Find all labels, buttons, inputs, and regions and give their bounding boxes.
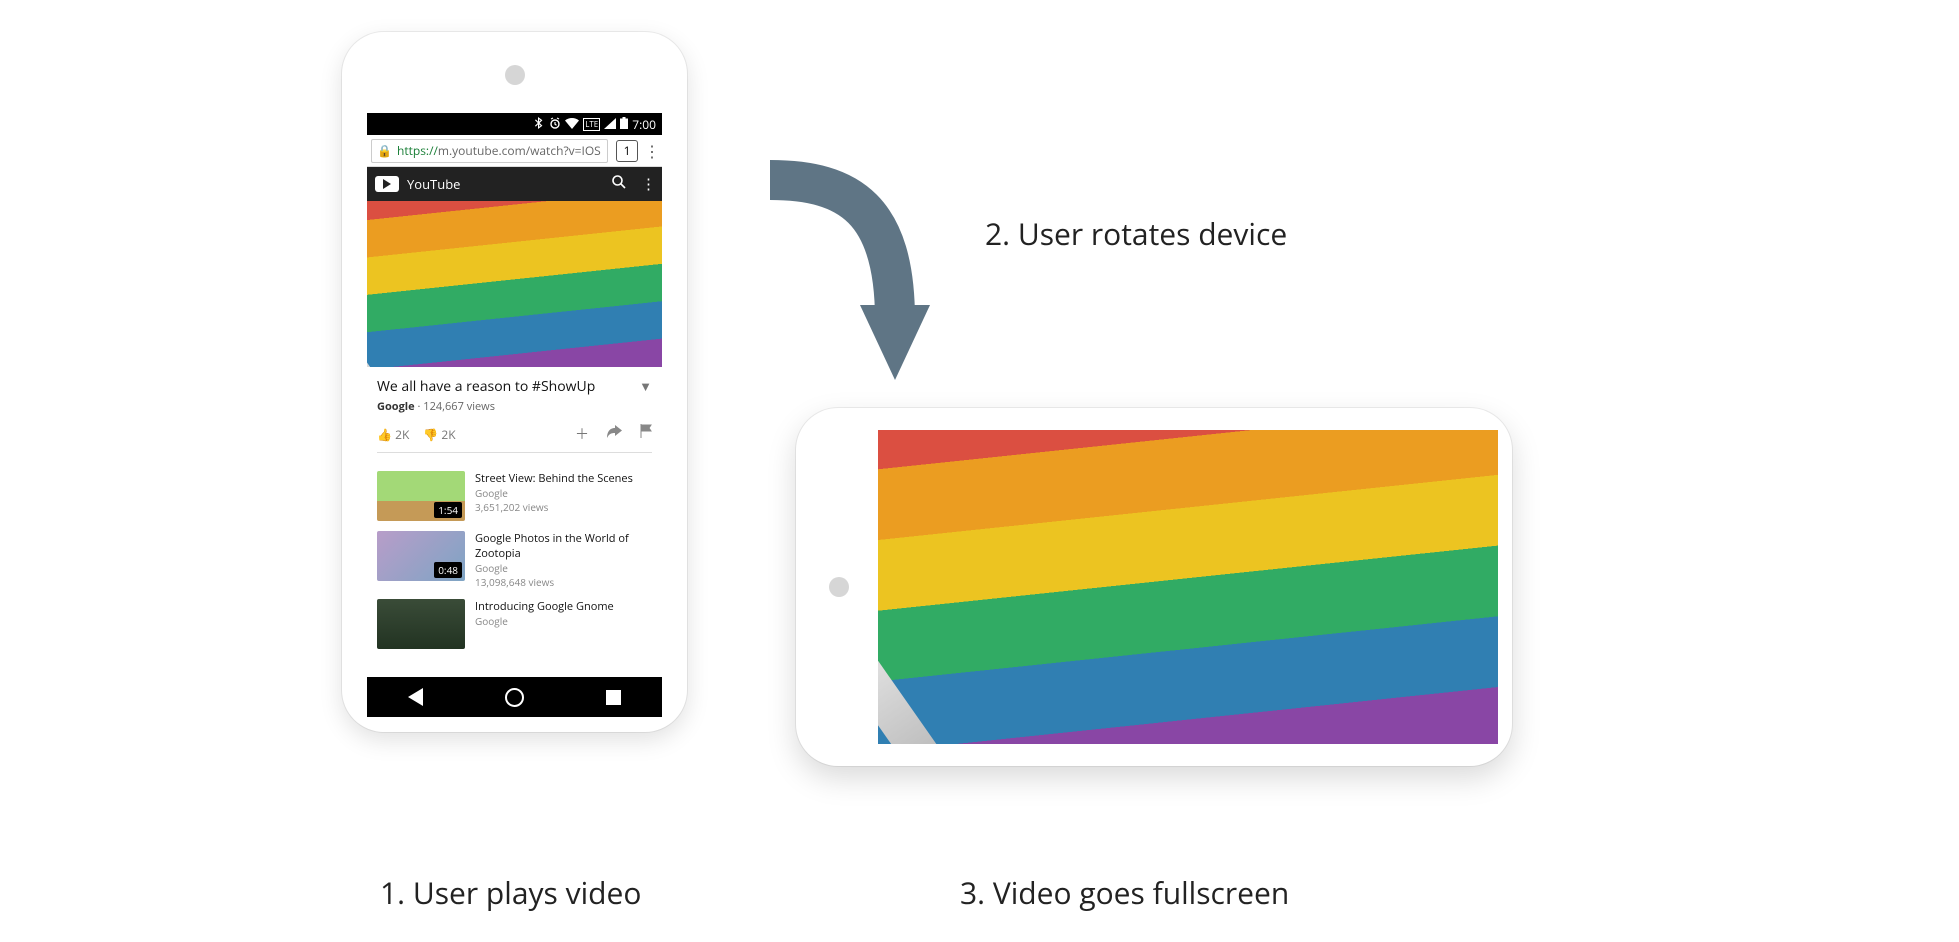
dislike-button[interactable]: 👎 2K	[423, 426, 455, 443]
android-status-bar: LTE 7:00	[367, 113, 662, 135]
like-count: 2K	[395, 426, 409, 443]
youtube-brand: YouTube	[407, 175, 460, 193]
dislike-count: 2K	[441, 426, 455, 443]
video-player[interactable]	[367, 201, 662, 367]
duration-badge: 1:54	[434, 502, 462, 518]
recents-icon[interactable]	[606, 690, 621, 705]
suggested-title: Google Photos in the World of Zootopia	[475, 531, 652, 561]
status-time: 7:00	[632, 116, 656, 133]
suggested-views: 13,098,648 views	[475, 575, 652, 589]
thumbnail: 0:48	[377, 531, 465, 581]
phone-screen: LTE 7:00 🔒 https:// m.youtube.com/watch?…	[367, 113, 662, 717]
caption-step-2: 2. User rotates device	[985, 213, 1287, 254]
share-icon[interactable]	[607, 424, 622, 444]
like-button[interactable]: 👍 2K	[377, 426, 409, 443]
list-item[interactable]: 0:48 Google Photos in the World of Zooto…	[377, 531, 652, 589]
phone-earpiece	[829, 577, 849, 597]
thumbnail	[377, 599, 465, 649]
youtube-logo-icon[interactable]	[375, 176, 399, 192]
view-count: · 124,667 views	[418, 399, 495, 414]
flag-icon[interactable]	[640, 424, 652, 444]
suggested-title: Street View: Behind the Scenes	[475, 471, 633, 486]
url-scheme: https://	[397, 142, 438, 159]
tab-switcher[interactable]: 1	[616, 140, 638, 162]
bluetooth-icon	[535, 116, 545, 133]
suggested-channel: Google	[475, 614, 614, 628]
phone-portrait: LTE 7:00 🔒 https:// m.youtube.com/watch?…	[342, 32, 687, 732]
add-to-icon[interactable]: ＋	[575, 424, 589, 444]
caption-step-1: 1. User plays video	[380, 872, 641, 913]
alarm-icon	[549, 116, 561, 133]
divider	[377, 452, 652, 453]
video-metadata: We all have a reason to #ShowUp ▼ Google…	[367, 367, 662, 463]
thumbnail: 1:54	[377, 471, 465, 521]
thumb-down-icon: 👎	[423, 426, 438, 443]
back-icon[interactable]	[408, 688, 423, 706]
url-path: m.youtube.com/watch?v=IOS	[438, 142, 601, 159]
android-nav-bar	[367, 677, 662, 717]
rotate-arrow-icon	[760, 155, 950, 395]
youtube-top-bar: YouTube ⋮	[367, 167, 662, 201]
list-item[interactable]: Introducing Google Gnome Google	[377, 599, 652, 649]
chevron-down-icon[interactable]: ▼	[639, 377, 652, 395]
channel-name[interactable]: Google	[377, 399, 415, 414]
list-item[interactable]: 1:54 Street View: Behind the Scenes Goog…	[377, 471, 652, 521]
signal-icon	[604, 116, 616, 133]
battery-icon	[620, 116, 628, 133]
suggested-channel: Google	[475, 561, 652, 575]
suggested-channel: Google	[475, 486, 633, 500]
video-title: We all have a reason to #ShowUp	[377, 377, 652, 396]
lte-label: LTE	[583, 118, 600, 131]
suggested-title: Introducing Google Gnome	[475, 599, 614, 614]
browser-toolbar: 🔒 https:// m.youtube.com/watch?v=IOS 1 ⋮	[367, 135, 662, 167]
url-bar[interactable]: 🔒 https:// m.youtube.com/watch?v=IOS	[371, 139, 608, 163]
search-icon[interactable]	[611, 174, 627, 195]
suggested-list: 1:54 Street View: Behind the Scenes Goog…	[367, 463, 662, 649]
duration-badge: 0:48	[434, 562, 462, 578]
phone-landscape	[796, 408, 1512, 766]
suggested-views: 3,651,202 views	[475, 500, 633, 514]
youtube-menu-icon[interactable]: ⋮	[641, 174, 654, 195]
thumb-up-icon: 👍	[377, 426, 392, 443]
fullscreen-video[interactable]	[878, 430, 1498, 744]
phone-earpiece	[505, 65, 525, 85]
caption-step-3: 3. Video goes fullscreen	[960, 872, 1289, 913]
home-icon[interactable]	[505, 688, 524, 707]
lock-icon: 🔒	[372, 142, 397, 159]
wifi-icon	[565, 116, 579, 133]
browser-menu-icon[interactable]: ⋮	[642, 140, 662, 162]
